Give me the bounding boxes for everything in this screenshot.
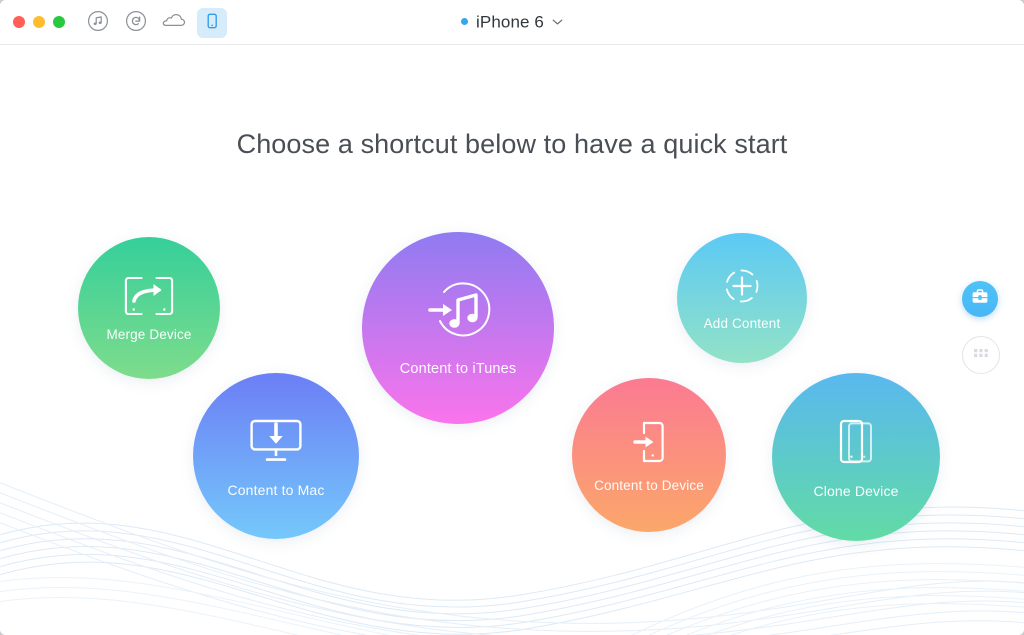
device-status-dot	[461, 18, 469, 26]
shortcut-label: Clone Device	[813, 482, 899, 499]
shortcut-content-to-mac[interactable]: Content to Mac	[193, 373, 359, 539]
add-plus-icon	[721, 265, 763, 307]
apps-grid-button[interactable]	[962, 336, 1000, 374]
merge-devices-icon	[121, 274, 177, 318]
shortcut-clone-device[interactable]: Clone Device	[772, 373, 940, 541]
shortcut-label: Add Content	[703, 316, 781, 331]
shortcut-label: Content to iTunes	[399, 361, 517, 377]
shortcut-label: Content to Device	[594, 477, 704, 493]
window-title[interactable]: iPhone 6	[0, 12, 1024, 33]
page-title: Choose a shortcut below to have a quick …	[236, 129, 788, 159]
grid-apps-icon	[972, 346, 990, 365]
shortcut-content-to-itunes[interactable]: Content to iTunes	[362, 232, 554, 424]
toolbox-button[interactable]	[962, 281, 998, 317]
toolbox-icon	[970, 287, 990, 312]
shortcut-content-to-device[interactable]: Content to Device	[572, 378, 726, 532]
clone-devices-icon	[830, 416, 882, 470]
music-transfer-icon	[422, 279, 494, 347]
app-window: iPhone 6 Choose a shortcut below to have…	[0, 0, 1024, 635]
monitor-download-icon	[245, 415, 307, 469]
shortcut-label: Content to Mac	[227, 481, 325, 498]
title-bar: iPhone 6	[0, 0, 1024, 45]
shortcut-add-content[interactable]: Add Content	[677, 233, 807, 363]
shortcut-label: Merge Device	[106, 327, 192, 342]
shortcut-merge-device[interactable]: Merge Device	[78, 237, 220, 379]
phone-import-icon	[626, 418, 672, 466]
device-name-label: iPhone 6	[476, 12, 544, 32]
shortcut-canvas: Choose a shortcut below to have a quick …	[0, 45, 1024, 635]
chevron-down-icon[interactable]	[552, 11, 563, 31]
